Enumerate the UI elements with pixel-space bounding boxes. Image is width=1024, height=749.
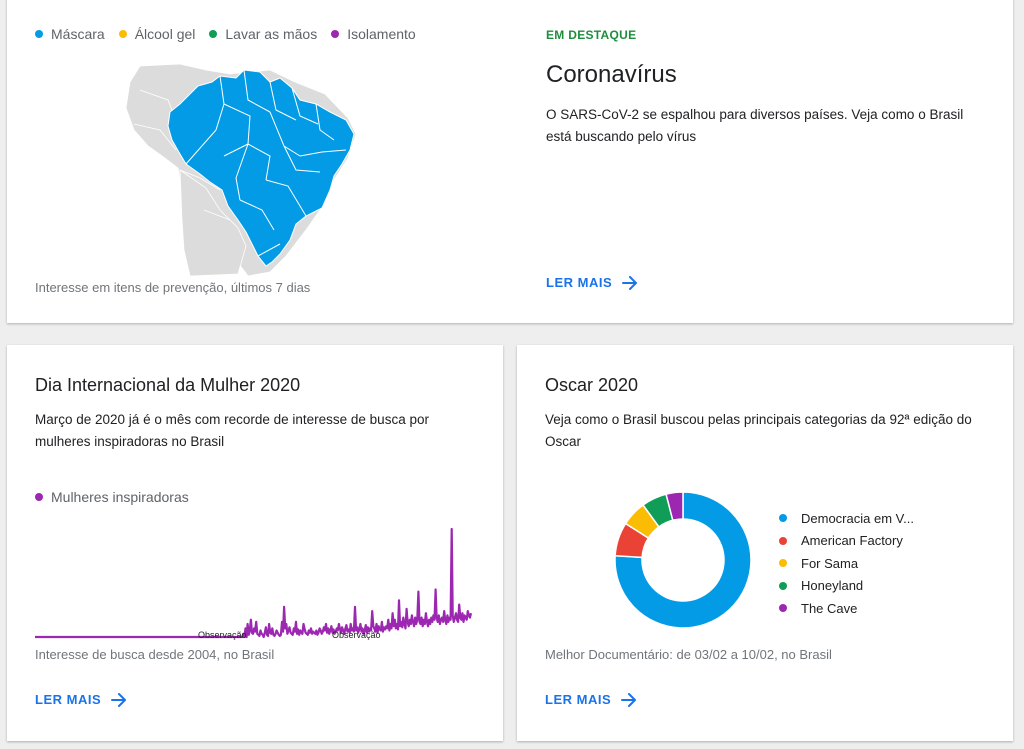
legend-dot xyxy=(779,581,787,590)
chart-annotation: Observação xyxy=(198,630,247,640)
legend-label: Máscara xyxy=(51,26,105,42)
legend-item-alcool: Álcool gel xyxy=(118,26,196,42)
legend-label: Isolamento xyxy=(347,26,416,42)
brazil-map[interactable] xyxy=(120,60,370,278)
read-more-label: LER MAIS xyxy=(546,275,613,290)
read-more-label: LER MAIS xyxy=(545,692,612,707)
chart-caption: Interesse de busca desde 2004, no Brasil xyxy=(35,647,275,662)
legend-item[interactable]: For Sama xyxy=(779,552,914,575)
legend-label: Honeyland xyxy=(801,578,864,594)
legend-label: The Cave xyxy=(801,600,858,616)
coronavirus-card: Máscara Álcool gel Lavar as mãos Isolame… xyxy=(7,0,1013,323)
legend-label: Lavar as mãos xyxy=(225,26,318,42)
legend-dot xyxy=(779,514,787,523)
legend-label: For Sama xyxy=(801,555,859,571)
featured-label: EM DESTAQUE xyxy=(546,28,637,42)
legend-item[interactable]: American Factory xyxy=(779,530,914,553)
women-day-card: Dia Internacional da Mulher 2020 Março d… xyxy=(7,345,503,741)
legend-item[interactable]: The Cave xyxy=(779,597,914,620)
legend-item[interactable]: Honeyland xyxy=(779,575,914,598)
legend-label: Democracia em V... xyxy=(801,510,914,526)
map-caption: Interesse em itens de prevenção, últimos… xyxy=(35,280,311,295)
legend-dot xyxy=(779,604,787,613)
legend-label: American Factory xyxy=(801,533,903,549)
legend-dot xyxy=(35,30,43,38)
legend-dot xyxy=(779,536,787,545)
legend-dot xyxy=(209,30,218,38)
legend-dot xyxy=(118,30,127,38)
oscar-card: Oscar 2020 Veja como o Brasil buscou pel… xyxy=(517,345,1013,741)
series-line-mulheres-inspiradoras xyxy=(35,527,473,639)
chart-caption: Melhor Documentário: de 03/02 a 10/02, n… xyxy=(545,647,832,662)
line-chart-legend: Mulheres inspiradoras xyxy=(35,489,189,505)
card-title: Oscar 2020 xyxy=(545,375,639,395)
arrow-right-icon xyxy=(622,275,638,290)
legend-label: Mulheres inspiradoras xyxy=(51,489,189,505)
arrow-right-icon xyxy=(111,692,127,707)
legend-label: Álcool gel xyxy=(134,26,196,42)
search-interest-line-chart[interactable]: Observação Observação xyxy=(35,525,475,655)
card-description: O SARS-CoV-2 se espalhou para diversos p… xyxy=(546,107,964,144)
read-more-link[interactable]: LER MAIS xyxy=(545,692,637,707)
donut-legend: Democracia em V... American Factory For … xyxy=(779,507,914,620)
documentary-donut-chart[interactable] xyxy=(613,490,753,630)
legend-item-mascara: Máscara xyxy=(35,26,105,42)
prevention-legend: Máscara Álcool gel Lavar as mãos Isolame… xyxy=(35,26,430,42)
read-more-link[interactable]: LER MAIS xyxy=(35,692,127,707)
legend-dot xyxy=(35,493,43,501)
chart-annotation: Observação xyxy=(332,630,381,640)
legend-dot xyxy=(331,30,340,38)
arrow-right-icon xyxy=(621,692,637,707)
card-description: Veja como o Brasil buscou pelas principa… xyxy=(545,412,972,449)
card-title: Dia Internacional da Mulher 2020 xyxy=(35,375,301,395)
legend-dot xyxy=(779,559,787,568)
legend-item-lavar: Lavar as mãos xyxy=(209,26,317,42)
legend-item-isolamento: Isolamento xyxy=(331,26,416,42)
read-more-link[interactable]: LER MAIS xyxy=(546,275,638,290)
card-title: Coronavírus xyxy=(546,61,677,88)
read-more-label: LER MAIS xyxy=(35,692,102,707)
legend-item[interactable]: Democracia em V... xyxy=(779,507,914,530)
card-description: Março de 2020 já é o mês com recorde de … xyxy=(35,412,429,449)
